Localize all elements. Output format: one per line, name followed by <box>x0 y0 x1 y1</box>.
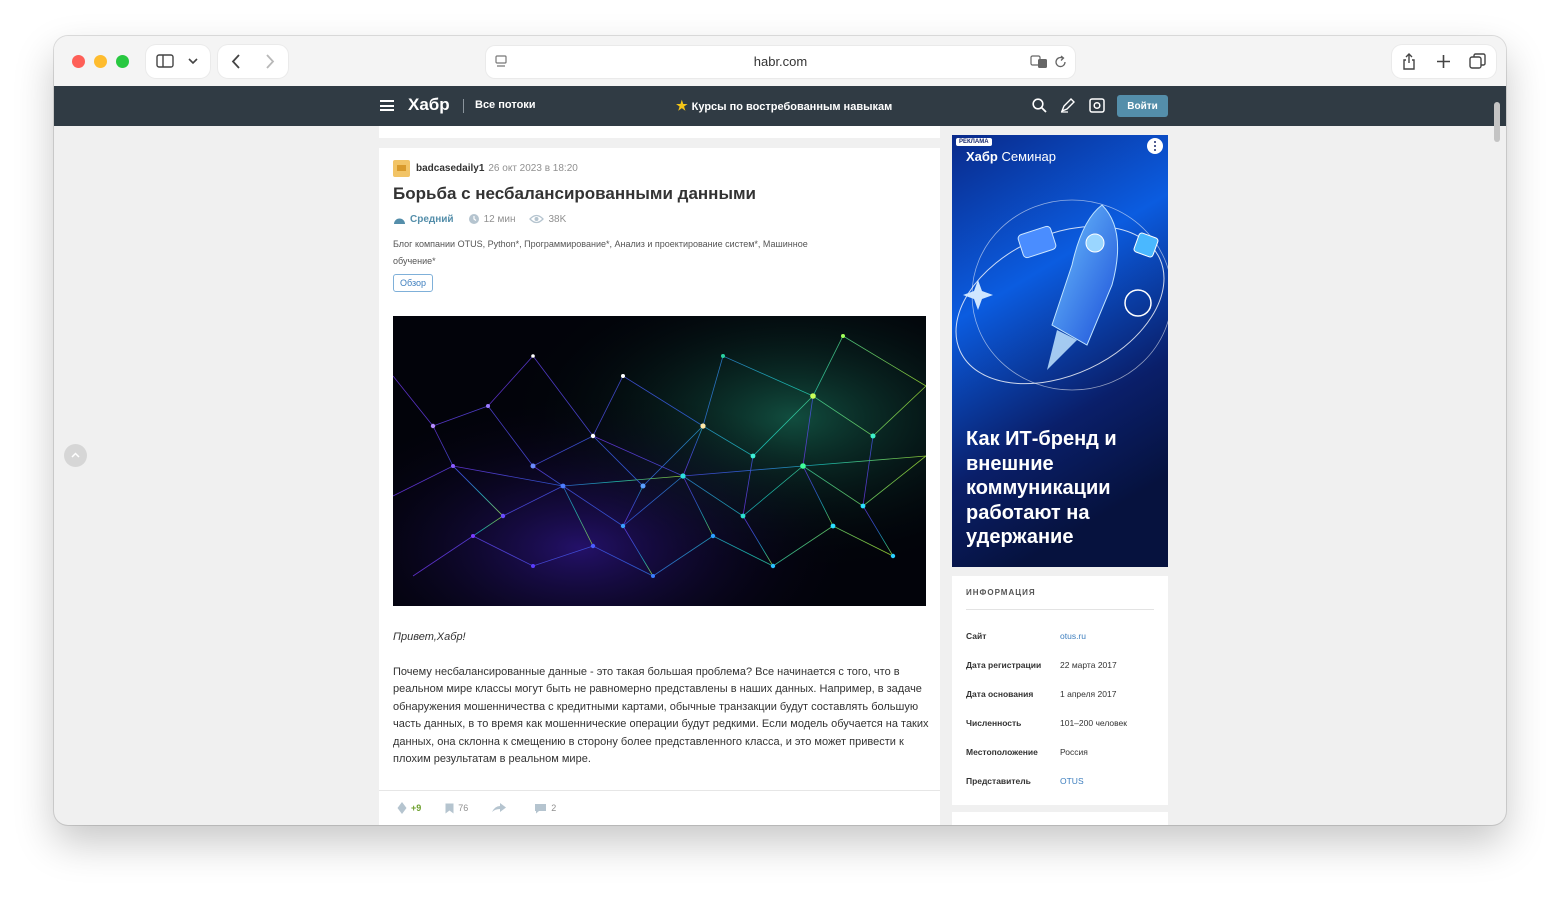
share-icon[interactable] <box>1402 52 1416 70</box>
views-count: 38K <box>529 214 566 225</box>
article-cover-image <box>393 316 926 606</box>
scrollbar[interactable] <box>1494 102 1500 142</box>
url-text: habr.com <box>753 54 808 69</box>
comments[interactable]: 2 <box>534 803 556 814</box>
difficulty-label: Средний <box>410 213 454 225</box>
chevron-up-icon <box>71 452 80 458</box>
ad-label: РЕКЛАМА <box>956 138 992 146</box>
views-label: 38K <box>548 213 567 225</box>
rating-score: +9 <box>411 803 422 813</box>
ad-headline: Как ИТ-бренд и внешние коммуникации рабо… <box>966 428 1117 549</box>
ad-brand: Хабр Семинар <box>966 149 1056 164</box>
ad-brand-bold: Хабр <box>966 149 998 164</box>
info-key: Численность <box>966 718 1022 728</box>
article-meta: Средний 12 мин 38K <box>393 213 580 225</box>
minimize-window-button[interactable] <box>94 55 107 68</box>
info-row-registration: Дата регистрации 22 марта 2017 <box>966 660 1117 670</box>
author-avatar[interactable] <box>393 160 410 177</box>
login-button[interactable]: Войти <box>1117 95 1168 117</box>
menu-icon[interactable] <box>380 100 394 111</box>
bookmarks-count: 76 <box>458 803 469 813</box>
translate-icon[interactable] <box>1030 55 1048 69</box>
info-value: Россия <box>1060 747 1088 757</box>
promo-text: Курсы по востребованным навыкам <box>691 101 893 113</box>
sidebar-icon <box>156 54 174 68</box>
info-value: 101–200 человек <box>1060 718 1127 728</box>
bookmark-icon <box>445 803 454 813</box>
author-name[interactable]: badcasedaily1 <box>416 163 484 174</box>
info-heading: ИНФОРМАЦИЯ <box>966 588 1036 597</box>
site-link[interactable]: otus.ru <box>1060 631 1086 641</box>
company-info-card: ИНФОРМАЦИЯ Сайт otus.ru Дата регистрации 2… <box>952 576 1168 805</box>
search-icon[interactable] <box>1032 98 1047 113</box>
browser-toolbar: habr.com <box>54 36 1506 86</box>
rating-icon <box>397 802 407 814</box>
chevron-down-icon[interactable] <box>188 57 198 65</box>
site-header: Хабр Все потоки ★ Курсы по востребованным… <box>54 86 1506 126</box>
publish-date: 26 окт 2023 в 18:20 <box>488 163 578 174</box>
browser-window: habr.com Хабр Все потоки ★ Курсы по вост… <box>54 36 1506 825</box>
info-key: Представитель <box>966 776 1031 786</box>
info-key: Дата основания <box>966 689 1034 699</box>
representative-link[interactable]: OTUS <box>1060 776 1084 786</box>
post-type-badge[interactable]: Обзор <box>393 274 433 292</box>
display-settings-icon[interactable] <box>1089 98 1105 113</box>
network-illustration <box>393 316 926 606</box>
reading-time: 12 мин <box>468 213 516 225</box>
write-icon[interactable] <box>1060 98 1075 113</box>
sidebar-advertisement[interactable]: РЕКЛАМА Хабр Семинар Как ИТ-бренд и внеш… <box>952 135 1168 567</box>
address-bar[interactable]: habr.com <box>486 46 1075 78</box>
ad-brand-rest: Семинар <box>1001 149 1056 164</box>
info-row-site: Сайт otus.ru <box>966 631 1086 641</box>
forward-arrow-icon[interactable] <box>265 54 275 69</box>
site-logo[interactable]: Хабр <box>408 95 450 115</box>
tab-overview-icon[interactable] <box>1469 53 1486 70</box>
info-row-founded: Дата основания 1 апреля 2017 <box>966 689 1116 699</box>
info-row-location: Местоположение Россия <box>966 747 1088 757</box>
info-value: 1 апреля 2017 <box>1060 689 1117 699</box>
article-title[interactable]: Борьба с несбалансированными данными <box>393 184 756 204</box>
back-arrow-icon[interactable] <box>231 54 241 69</box>
author-row: badcasedaily1 26 окт 2023 в 18:20 <box>393 160 578 177</box>
article-actions: +9 76 2 <box>397 802 580 814</box>
share-arrow-icon <box>492 803 507 812</box>
comment-icon <box>535 803 547 813</box>
eye-icon <box>529 214 545 224</box>
next-sidebar-card-edge <box>952 812 1168 825</box>
bookmarks[interactable]: 76 <box>445 803 468 814</box>
navigation-buttons <box>218 45 288 78</box>
header-divider <box>463 99 464 113</box>
info-key: Дата регистрации <box>966 660 1042 670</box>
comments-count: 2 <box>551 803 557 813</box>
info-key: Местоположение <box>966 747 1038 757</box>
info-key: Сайт <box>966 631 987 641</box>
reading-time-label: 12 мин <box>483 213 516 225</box>
article-greeting: Привет,Хабр! <box>393 631 466 643</box>
scroll-up-button[interactable] <box>64 444 87 467</box>
promo-link[interactable]: ★ Курсы по востребованным навыкам <box>676 98 892 114</box>
difficulty-icon <box>394 218 405 224</box>
article-divider <box>379 790 940 791</box>
close-window-button[interactable] <box>72 55 85 68</box>
info-row-representative: Представитель OTUS <box>966 776 1084 786</box>
clock-icon <box>468 214 479 224</box>
sidebar-toggle-button[interactable] <box>146 45 210 78</box>
article-paragraph: Почему несбалансированные данные - это т… <box>393 666 929 766</box>
difficulty-level: Средний <box>393 214 454 225</box>
all-flows-link[interactable]: Все потоки <box>475 99 536 111</box>
article-hubs[interactable]: Блог компании OTUS, Python*, Программиро… <box>393 236 833 270</box>
rating[interactable]: +9 <box>397 802 421 814</box>
share[interactable] <box>492 803 510 813</box>
new-tab-icon[interactable] <box>1437 55 1450 68</box>
info-value: 22 марта 2017 <box>1060 660 1117 670</box>
ad-options-icon[interactable] <box>1147 138 1163 154</box>
reload-icon[interactable] <box>1054 55 1067 69</box>
info-divider <box>966 609 1154 610</box>
zoom-window-button[interactable] <box>116 55 129 68</box>
toolbar-right-buttons <box>1392 45 1496 78</box>
article-card: badcasedaily1 26 окт 2023 в 18:20 Борьба… <box>379 148 940 825</box>
previous-card-edge <box>379 126 940 138</box>
info-row-size: Численность 101–200 человек <box>966 718 1127 728</box>
star-icon: ★ <box>676 98 688 113</box>
